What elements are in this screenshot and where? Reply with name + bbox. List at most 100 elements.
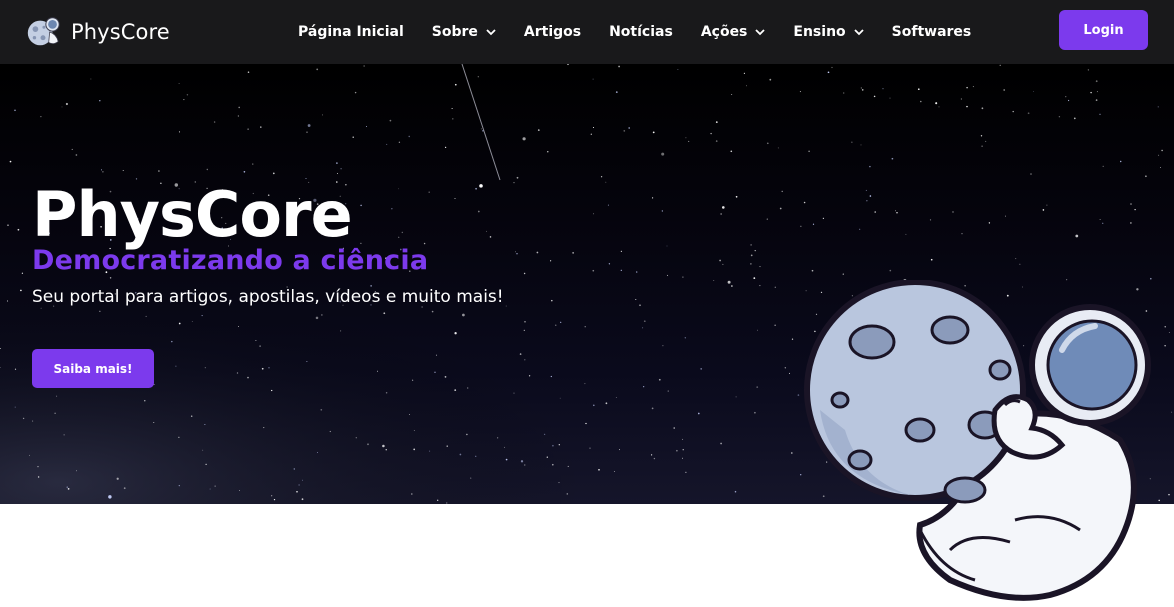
star bbox=[600, 176, 603, 178]
star bbox=[550, 375, 552, 378]
hero-subtitle: Democratizando a ciência bbox=[32, 245, 429, 276]
star bbox=[623, 130, 626, 132]
star bbox=[102, 171, 104, 173]
star bbox=[661, 210, 663, 212]
star bbox=[860, 87, 862, 89]
star bbox=[929, 219, 932, 221]
star bbox=[454, 332, 457, 335]
star bbox=[355, 437, 357, 439]
star bbox=[322, 114, 323, 116]
nav-item-pagina-inicial[interactable]: Página Inicial bbox=[298, 24, 404, 40]
star bbox=[14, 109, 16, 112]
nav-item-noticias[interactable]: Notícias bbox=[609, 24, 673, 40]
star bbox=[467, 387, 469, 389]
star bbox=[803, 201, 806, 204]
star bbox=[1145, 175, 1147, 178]
star bbox=[966, 86, 968, 89]
star bbox=[769, 78, 772, 81]
star bbox=[243, 170, 246, 173]
star bbox=[811, 269, 814, 272]
star bbox=[1065, 96, 1067, 98]
star bbox=[650, 454, 653, 456]
star bbox=[766, 142, 769, 145]
star bbox=[1119, 160, 1122, 163]
star bbox=[920, 100, 922, 103]
star bbox=[722, 263, 724, 265]
star bbox=[843, 92, 845, 94]
star bbox=[306, 361, 308, 363]
saiba-mais-button[interactable]: Saiba mais! bbox=[32, 349, 154, 388]
astronaut-holding-moon-illustration bbox=[804, 280, 1151, 601]
star bbox=[21, 272, 24, 274]
star bbox=[366, 126, 367, 128]
nav-item-artigos[interactable]: Artigos bbox=[524, 24, 581, 40]
nav-item-sobre[interactable]: Sobre bbox=[432, 24, 496, 40]
star bbox=[589, 447, 591, 449]
star bbox=[774, 286, 776, 288]
brand-name: PhysCore bbox=[71, 20, 170, 44]
star bbox=[559, 397, 561, 399]
star bbox=[516, 176, 519, 179]
star bbox=[477, 76, 479, 78]
star bbox=[255, 340, 257, 341]
star bbox=[261, 367, 264, 370]
star bbox=[236, 372, 239, 374]
star bbox=[260, 126, 262, 128]
star bbox=[75, 470, 78, 472]
star bbox=[524, 321, 526, 323]
star bbox=[842, 273, 844, 275]
star bbox=[1099, 113, 1101, 115]
star bbox=[935, 102, 938, 105]
star bbox=[685, 471, 687, 474]
star bbox=[827, 71, 830, 74]
star bbox=[293, 468, 296, 470]
star bbox=[385, 392, 388, 394]
star bbox=[777, 147, 779, 149]
star bbox=[546, 456, 548, 458]
nav-item-softwares[interactable]: Softwares bbox=[892, 24, 972, 40]
star bbox=[966, 105, 968, 108]
star bbox=[713, 279, 715, 282]
star bbox=[551, 463, 554, 466]
star bbox=[451, 107, 453, 110]
star bbox=[413, 448, 416, 451]
star bbox=[1160, 167, 1162, 169]
star bbox=[653, 457, 656, 460]
star bbox=[178, 82, 180, 85]
star bbox=[268, 367, 270, 369]
nav-item-ensino[interactable]: Ensino bbox=[793, 24, 864, 40]
star bbox=[386, 143, 388, 145]
star bbox=[1015, 258, 1017, 260]
star bbox=[475, 455, 477, 457]
star bbox=[774, 324, 776, 326]
star bbox=[1019, 263, 1021, 265]
star bbox=[389, 119, 392, 122]
star bbox=[301, 498, 304, 501]
star bbox=[213, 121, 216, 123]
star bbox=[1130, 203, 1132, 205]
nav-item-acoes[interactable]: Ações bbox=[701, 24, 766, 40]
star bbox=[66, 486, 68, 488]
star bbox=[682, 276, 684, 278]
star bbox=[237, 115, 240, 117]
star bbox=[981, 107, 984, 110]
star bbox=[700, 368, 703, 370]
moon bbox=[804, 280, 1026, 501]
star bbox=[480, 128, 482, 130]
star bbox=[437, 499, 439, 501]
star bbox=[337, 173, 338, 174]
star bbox=[190, 415, 193, 417]
star bbox=[584, 383, 586, 385]
brand-home-link[interactable]: PhysCore bbox=[24, 12, 170, 52]
login-button[interactable]: Login bbox=[1059, 10, 1148, 50]
star bbox=[410, 493, 413, 495]
star bbox=[688, 140, 690, 142]
star bbox=[756, 386, 759, 388]
star bbox=[661, 152, 665, 156]
star bbox=[1030, 173, 1032, 175]
star bbox=[930, 258, 933, 261]
star bbox=[757, 329, 758, 331]
star bbox=[29, 454, 31, 456]
star bbox=[1096, 91, 1098, 93]
star bbox=[454, 83, 457, 86]
